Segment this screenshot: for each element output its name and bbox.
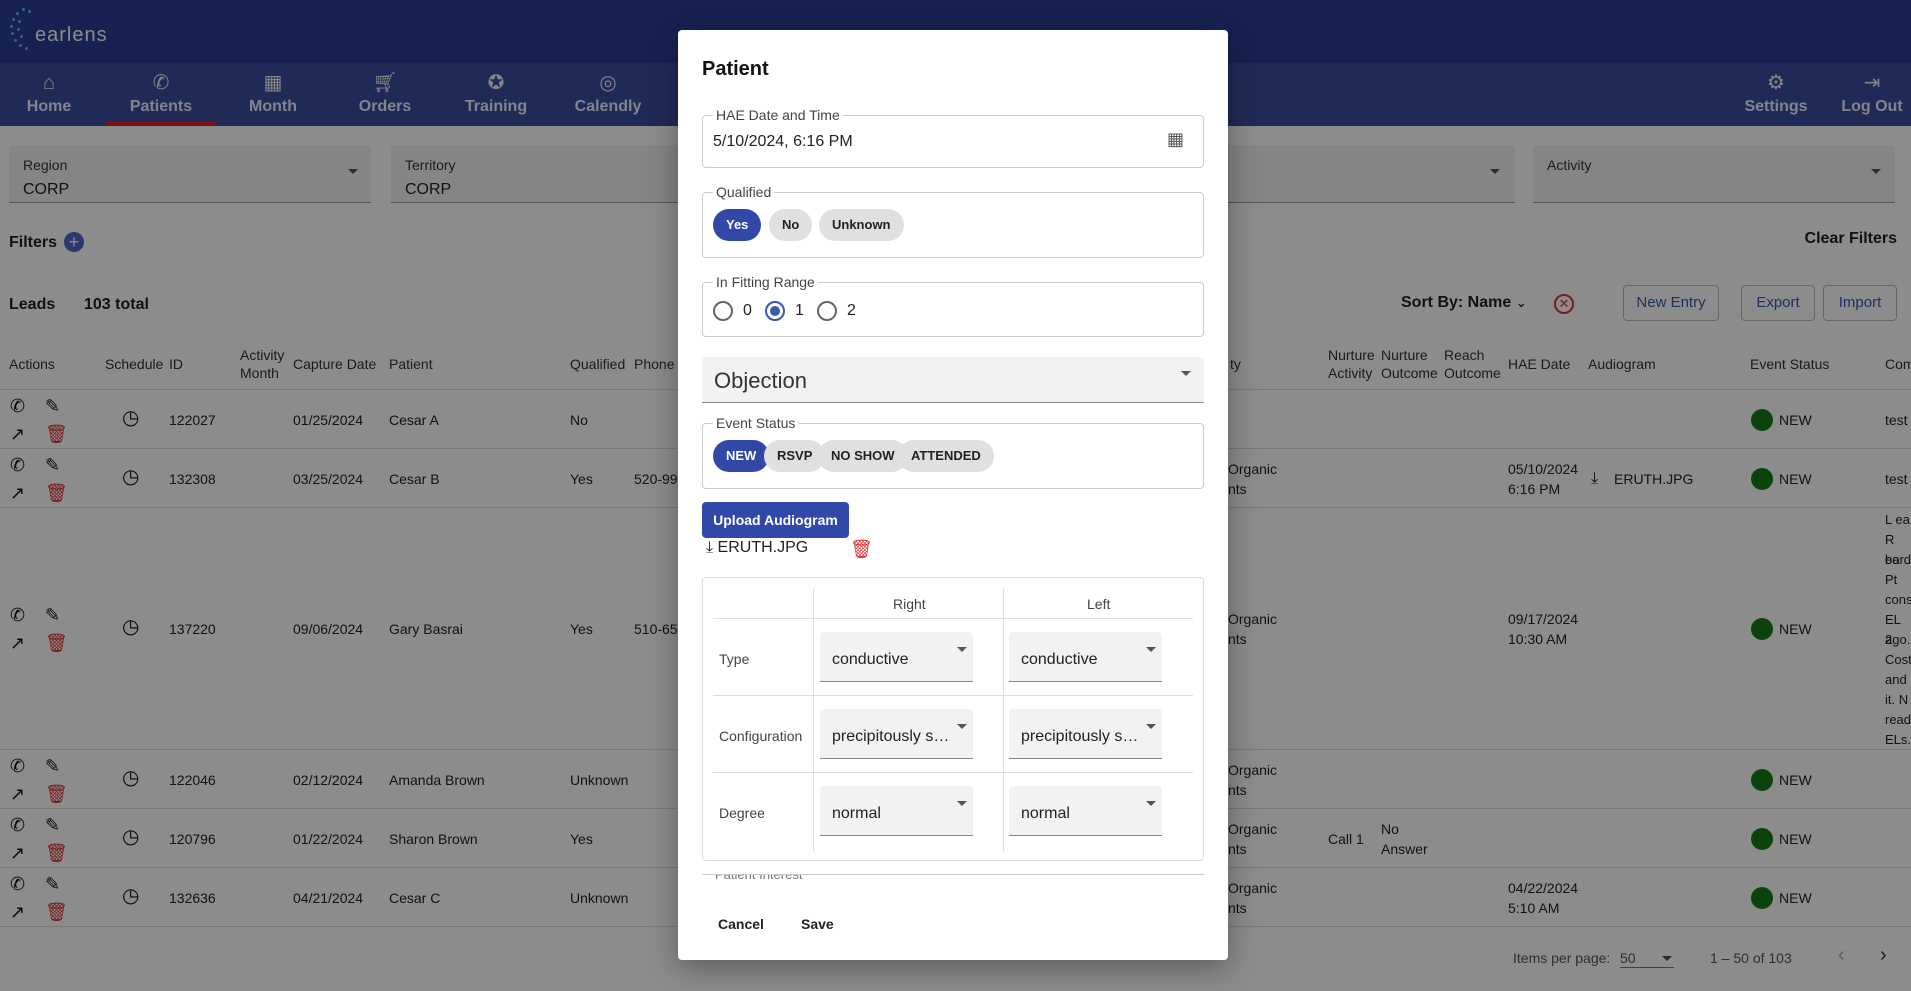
divider [713, 695, 1193, 696]
divider [713, 772, 1193, 773]
col-left-header: Left [1087, 596, 1111, 612]
calendar-picker-icon[interactable]: ▦ [1167, 129, 1184, 150]
type-left-value: conductive [1021, 651, 1098, 668]
fitting-radio-2-label: 2 [847, 302, 856, 319]
divider [713, 618, 1193, 619]
degree-right-select[interactable]: normal [820, 786, 973, 836]
degree-left-select[interactable]: normal [1009, 786, 1162, 836]
dialog-title: Patient [702, 58, 769, 80]
configuration-left-value: precipitously sl... [1021, 728, 1139, 745]
chevron-down-icon [957, 724, 967, 729]
qualified-unknown-chip[interactable]: Unknown [819, 209, 904, 241]
fitting-radio-0[interactable] [713, 301, 733, 321]
degree-left-value: normal [1021, 805, 1070, 822]
fitting-radio-0-label: 0 [743, 302, 752, 319]
chevron-down-icon [957, 647, 967, 652]
delete-file-icon[interactable]: 🗑︎ [850, 539, 873, 560]
objection-select[interactable]: Objection [702, 357, 1204, 403]
divider [813, 588, 814, 852]
fitting-range-group: In Fitting Range 0 1 2 [702, 274, 1204, 337]
configuration-label: Configuration [719, 728, 803, 744]
status-rsvp-chip[interactable]: RSVP [764, 440, 826, 472]
patient-interest-label: Patient Interest [712, 875, 806, 882]
chevron-down-icon [1146, 724, 1156, 729]
download-icon: ⤓ [706, 539, 714, 556]
qualified-group: Qualified Yes No Unknown [702, 184, 1204, 258]
status-no-show-chip[interactable]: NO SHOW [818, 440, 908, 472]
chevron-down-icon [1146, 647, 1156, 652]
hae-datetime-field[interactable]: HAE Date and Time 5/10/2024, 6:16 PM ▦ [702, 107, 1204, 168]
chevron-down-icon [957, 801, 967, 806]
upload-audiogram-button[interactable]: Upload Audiogram [702, 502, 849, 538]
col-right-header: Right [893, 596, 926, 612]
save-button[interactable]: Save [801, 916, 834, 932]
audiogram-file-name: ERUTH.JPG [717, 539, 809, 556]
type-right-value: conductive [832, 651, 909, 668]
divider [1003, 588, 1004, 852]
hae-label: HAE Date and Time [713, 107, 843, 123]
patient-dialog: Patient HAE Date and Time 5/10/2024, 6:1… [678, 30, 1228, 960]
qualified-yes-chip[interactable]: Yes [713, 209, 762, 241]
configuration-right-select[interactable]: precipitously sl... [820, 709, 973, 759]
event-status-group: Event Status NEW RSVP NO SHOW ATTENDED [702, 415, 1204, 489]
type-right-select[interactable]: conductive [820, 632, 973, 682]
fitting-radio-2[interactable] [817, 301, 837, 321]
patient-interest-section: Patient Interest [702, 874, 1204, 886]
fitting-range-label: In Fitting Range [713, 274, 818, 290]
audiogram-table: Right Left Type conductive conductive Co… [702, 577, 1204, 861]
cancel-button[interactable]: Cancel [718, 916, 764, 932]
chevron-down-icon [1146, 801, 1156, 806]
objection-label: Objection [714, 368, 807, 393]
degree-label: Degree [719, 805, 765, 821]
status-attended-chip[interactable]: ATTENDED [898, 440, 994, 472]
fitting-radio-1-label: 1 [795, 302, 804, 319]
status-new-chip[interactable]: NEW [713, 440, 770, 472]
configuration-left-select[interactable]: precipitously sl... [1009, 709, 1162, 759]
fitting-radio-1[interactable] [765, 301, 785, 321]
chevron-down-icon [1181, 371, 1191, 376]
event-status-label: Event Status [713, 415, 799, 431]
degree-right-value: normal [832, 805, 881, 822]
configuration-right-value: precipitously sl... [832, 728, 950, 745]
qualified-label: Qualified [713, 184, 775, 200]
type-left-select[interactable]: conductive [1009, 632, 1162, 682]
audiogram-file-link[interactable]: ⤓ ERUTH.JPG [706, 539, 808, 557]
hae-value: 5/10/2024, 6:16 PM [713, 133, 853, 150]
qualified-no-chip[interactable]: No [769, 209, 813, 241]
type-label: Type [719, 651, 750, 667]
